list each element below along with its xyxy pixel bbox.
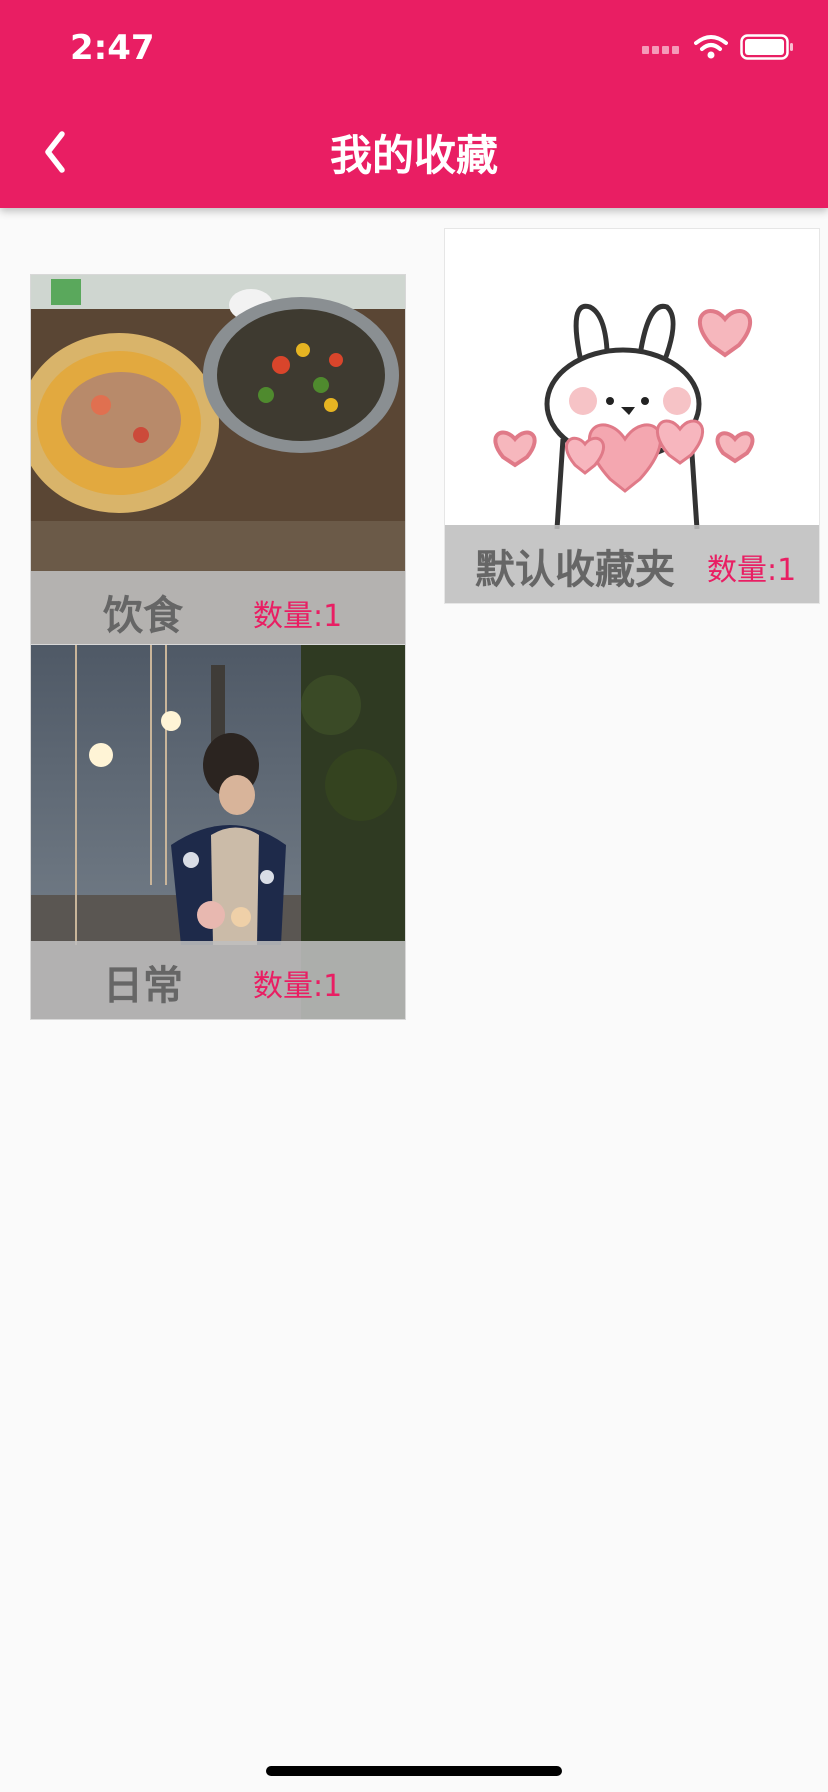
collection-count: 数量:1 xyxy=(253,599,343,634)
collection-info-bar: 默认收藏夹 数量:1 xyxy=(445,525,819,603)
collection-card-food[interactable]: 饮食 数量:1 xyxy=(30,274,406,650)
collection-name: 日常 xyxy=(103,963,183,1009)
app-bar: 2:47 我的收藏 xyxy=(0,0,828,208)
cellular-signal-icon xyxy=(642,46,679,54)
collection-card-daily[interactable]: 日常 数量:1 xyxy=(30,644,406,1020)
collection-count: 数量:1 xyxy=(707,553,797,588)
wifi-icon xyxy=(694,35,728,59)
collection-name: 默认收藏夹 xyxy=(475,547,675,593)
collection-info-bar: 日常 数量:1 xyxy=(31,941,405,1019)
collection-name: 饮食 xyxy=(103,593,183,639)
home-indicator xyxy=(266,1766,562,1776)
status-icons xyxy=(642,34,794,60)
collection-count: 数量:1 xyxy=(253,969,343,1004)
battery-icon xyxy=(740,34,793,60)
page-title: 我的收藏 xyxy=(329,131,498,180)
collection-info-bar: 饮食 数量:1 xyxy=(31,571,405,649)
status-time: 2:47 xyxy=(70,28,155,68)
collection-card-default[interactable]: 默认收藏夹 数量:1 xyxy=(444,228,820,604)
